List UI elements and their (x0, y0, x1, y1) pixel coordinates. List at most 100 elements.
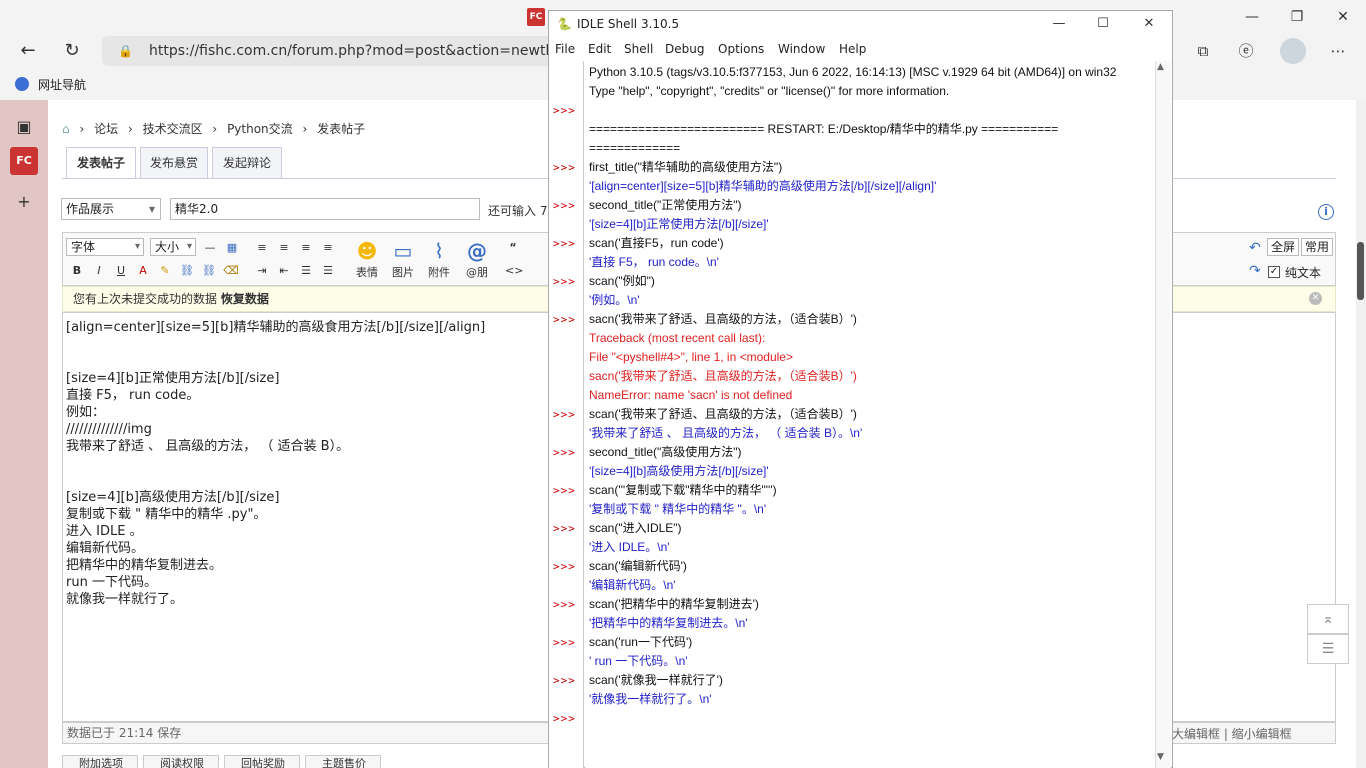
back-icon[interactable]: ← (14, 38, 42, 64)
idle-maximize-icon[interactable]: ☐ (1080, 11, 1126, 37)
info-icon[interactable]: i (1318, 204, 1334, 220)
refresh-icon[interactable]: ↻ (58, 38, 86, 64)
scroll-up-icon[interactable]: ▲ (1157, 62, 1164, 72)
more-icon[interactable]: ⋯ (1325, 38, 1351, 64)
editor-line: [align=center][size=5][b]精华辅助的高级食用方法[/b]… (66, 320, 486, 335)
unlink-icon[interactable]: ⛓ (201, 263, 217, 279)
menu-shell[interactable]: Shell (624, 42, 653, 56)
shell-input-line: scan('编辑新代码') (589, 559, 687, 573)
fullscreen-button[interactable]: 全屏 (1267, 238, 1299, 256)
shell-output-line: sacn('我带来了舒适、且高级的方法，（适合装B）') (589, 369, 857, 383)
image-icon[interactable]: ▭ (388, 238, 418, 264)
common-button[interactable]: 常用 (1301, 238, 1333, 256)
home-icon[interactable]: ⌂ (62, 122, 70, 136)
size-select[interactable]: 大小 (150, 238, 196, 256)
align-right-icon[interactable]: ≡ (298, 240, 314, 256)
at-icon[interactable]: @ (462, 238, 492, 264)
sidebar-fc-icon[interactable]: FC (10, 147, 38, 175)
tab-post[interactable]: 发表帖子 (66, 147, 136, 179)
at-label[interactable]: @朋 (460, 264, 494, 280)
table-icon[interactable]: ▦ (224, 240, 240, 256)
shell-output-line: ' run 一下代码。\n' (589, 654, 688, 668)
shell-prompt: >>> (553, 636, 576, 649)
tab-reward[interactable]: 发布悬赏 (140, 147, 208, 179)
bold-icon[interactable]: B (69, 263, 85, 279)
idle-close-icon[interactable]: ✕ (1126, 11, 1172, 37)
link-icon[interactable]: ⛓ (179, 263, 195, 279)
restore-link[interactable]: 恢复数据 (221, 292, 269, 306)
idle-scrollbar[interactable] (1155, 61, 1171, 768)
page-scrollbar-thumb[interactable] (1357, 242, 1364, 300)
tab-thread-price[interactable]: 主题售价 (305, 755, 381, 768)
profile-avatar[interactable] (1280, 38, 1306, 64)
code-icon[interactable]: <> (505, 263, 523, 279)
indent-icon[interactable]: ⇥ (254, 263, 270, 279)
hr-icon[interactable]: — (202, 240, 218, 256)
edge-icon[interactable]: ⓔ (1233, 38, 1259, 64)
scroll-down-icon[interactable]: ▼ (1157, 752, 1164, 762)
restore-icon[interactable]: ❐ (1277, 4, 1317, 30)
menu-options[interactable]: Options (718, 42, 764, 56)
idle-minimize-icon[interactable]: — (1036, 11, 1082, 37)
close-icon[interactable]: ✕ (1323, 4, 1363, 30)
editor-line: 例如： (66, 405, 106, 420)
underline-icon[interactable]: U (113, 263, 129, 279)
menu-window[interactable]: Window (778, 42, 825, 56)
title-input[interactable]: 精华2.0 (170, 198, 480, 220)
add-icon[interactable]: + (10, 188, 38, 216)
italic-icon[interactable]: I (91, 263, 107, 279)
breadcrumb-item[interactable]: 论坛 (94, 122, 118, 136)
lock-icon[interactable]: 🔒 (118, 43, 133, 59)
menu-help[interactable]: Help (839, 42, 866, 56)
undo-icon[interactable]: ↶ (1249, 240, 1261, 256)
justify-icon[interactable]: ≡ (320, 240, 336, 256)
minimize-icon[interactable]: — (1232, 4, 1272, 30)
tab-debate[interactable]: 发起辩论 (212, 147, 282, 179)
editor-line: [size=4][b]正常使用方法[/b][/size] (66, 371, 280, 386)
emoji-icon[interactable]: ☻ (352, 238, 382, 264)
url-text[interactable]: https://fishc.com.cn/forum.php?mod=post&… (149, 43, 597, 59)
ordered-list-icon[interactable]: ☰ (298, 263, 314, 279)
editor-line: run 一下代码。 (66, 575, 157, 590)
shell-output-line: ============= (589, 141, 681, 155)
image-label[interactable]: 图片 (386, 264, 420, 280)
quote-icon[interactable]: “ (505, 240, 521, 256)
shell-prompt: >>> (553, 446, 576, 459)
emoji-label[interactable]: 表情 (350, 264, 384, 280)
font-select[interactable]: 字体 (66, 238, 144, 256)
menu-file[interactable]: File (555, 42, 575, 56)
close-notice-icon[interactable]: ✕ (1309, 292, 1322, 305)
breadcrumb-item[interactable]: Python交流 (227, 122, 293, 136)
shell-output-line: ========================= RESTART: E:/De… (589, 122, 1059, 136)
page-scrollbar[interactable] (1356, 100, 1366, 768)
menu-debug[interactable]: Debug (665, 42, 704, 56)
menu-edit[interactable]: Edit (588, 42, 611, 56)
scroll-top-icon[interactable]: ⌅ (1307, 604, 1349, 634)
collections-icon[interactable]: ⧉ (1190, 38, 1216, 64)
font-color-icon[interactable]: A (135, 263, 151, 279)
highlight-icon[interactable]: ✎ (157, 263, 173, 279)
align-left-icon[interactable]: ≡ (254, 240, 270, 256)
redo-icon[interactable]: ↷ (1249, 263, 1261, 279)
tabs-icon[interactable]: ▣ (10, 113, 38, 141)
category-select[interactable]: 作品展示 (61, 198, 161, 220)
bookmark-link[interactable]: 网址导航 (38, 76, 86, 93)
attach-label[interactable]: 附件 (422, 264, 456, 280)
unordered-list-icon[interactable]: ☰ (320, 263, 336, 279)
shell-prompt: >>> (553, 161, 576, 174)
attach-icon[interactable]: ⌇ (424, 238, 454, 264)
plaintext-checkbox[interactable]: ✓ (1268, 266, 1280, 278)
plaintext-label[interactable]: 纯文本 (1285, 264, 1321, 281)
breadcrumb-item[interactable]: 技术交流区 (143, 122, 203, 136)
tab-reply-reward[interactable]: 回帖奖励 (224, 755, 300, 768)
tab-extra-options[interactable]: 附加选项 (62, 755, 138, 768)
tab-read-permission[interactable]: 阅读权限 (143, 755, 219, 768)
editor-line: 直接 F5， run code。 (66, 388, 200, 403)
site-favicon[interactable]: FC (527, 8, 545, 26)
align-center-icon[interactable]: ≡ (276, 240, 292, 256)
resize-editor-links[interactable]: 加大编辑框 | 缩小编辑框 (1160, 725, 1292, 742)
clear-format-icon[interactable]: ⌫ (223, 263, 239, 279)
list-icon[interactable]: ☰ (1307, 634, 1349, 664)
outdent-icon[interactable]: ⇤ (276, 263, 292, 279)
shell-input-line: scan('直接F5，run code') (589, 236, 724, 250)
